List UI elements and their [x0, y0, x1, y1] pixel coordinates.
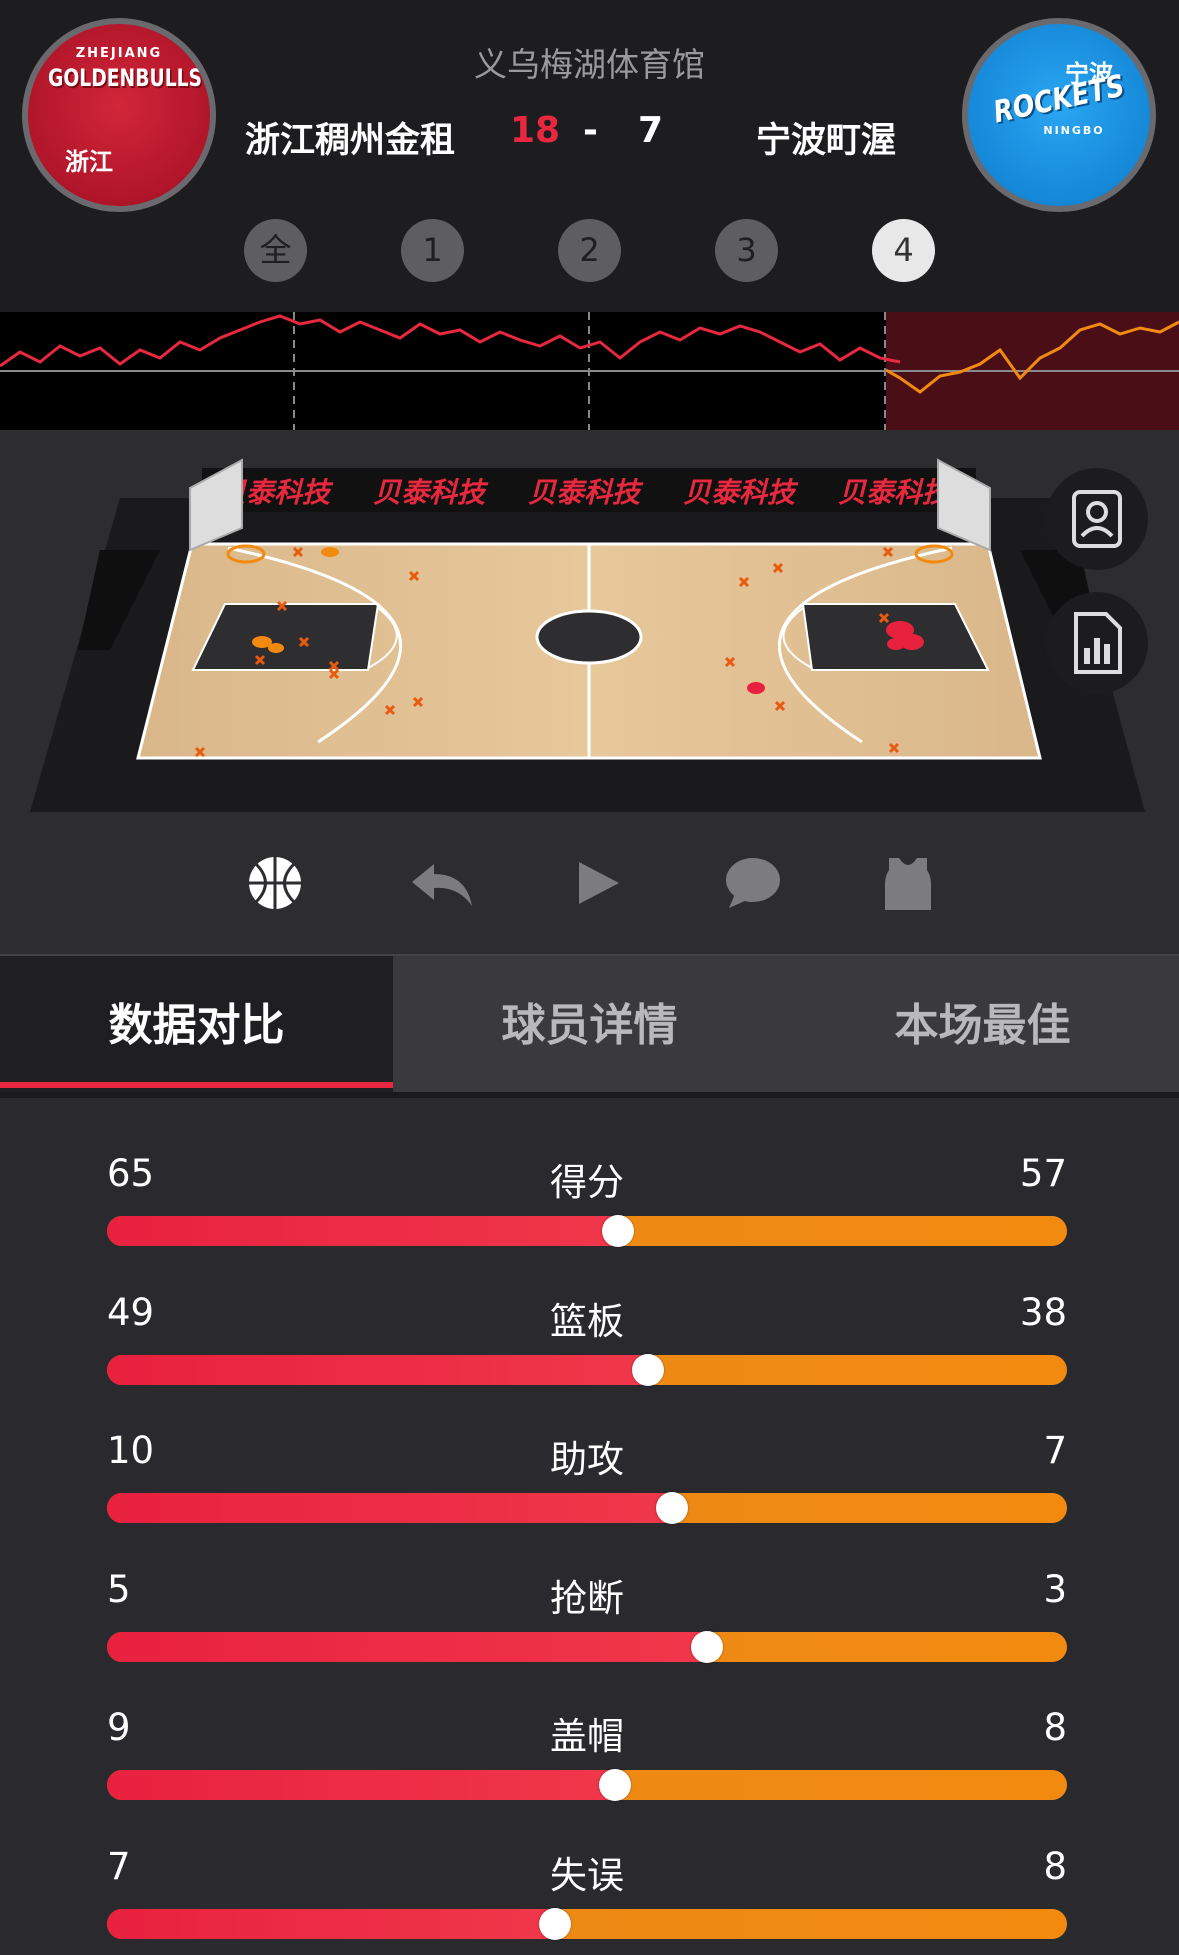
trend-line-lead: [0, 314, 901, 368]
stat-bar-knob: [656, 1492, 688, 1524]
stat-bar: [107, 1216, 1067, 1246]
home-team-name: 浙江稠州金租: [245, 121, 456, 161]
away-score: 7: [638, 110, 664, 151]
away-logo-line3: NINGBO: [1043, 124, 1105, 137]
score-separator: -: [583, 110, 598, 151]
basketball-icon: [249, 857, 301, 909]
stat-label: 得分: [550, 1161, 624, 1204]
stat-bar: [107, 1631, 1067, 1662]
stat-bar-knob: [599, 1769, 631, 1801]
away-team-logo[interactable]: 宁波 ROCKETS NINGBO: [962, 18, 1156, 212]
sponsor-text-5: 贝泰科技: [838, 476, 954, 509]
tab-best-of-game[interactable]: 本场最佳: [786, 956, 1179, 1096]
stat-away-value: 8: [1043, 1844, 1067, 1888]
stat-label: 失误: [550, 1853, 624, 1897]
away-team-name: 宁波町渥: [756, 121, 897, 161]
sponsor-board: 贝泰科技 贝泰科技 贝泰科技 贝泰科技 贝泰科技: [218, 476, 954, 509]
comment-icon: [726, 858, 780, 908]
left-paint: [191, 603, 380, 671]
stat-away-value: 8: [1043, 1706, 1067, 1749]
stat-label: 抢断: [550, 1576, 624, 1620]
stat-row: 65 得分 57: [107, 1152, 1067, 1272]
sponsor-text-2: 贝泰科技: [373, 476, 489, 509]
tab-player-details[interactable]: 球员详情: [393, 956, 786, 1096]
tab-bar: 数据对比 球员详情 本场最佳: [0, 954, 1179, 1096]
stat-bar-knob: [602, 1215, 634, 1247]
jersey-icon: [885, 858, 931, 910]
center-circle: [535, 609, 643, 665]
stat-bar: [107, 1354, 1067, 1385]
player-card-icon: [1072, 490, 1122, 548]
stat-bar-home-fill: [107, 1631, 707, 1662]
stat-bar-home-fill: [107, 1908, 555, 1939]
quarter-3-button[interactable]: 3: [715, 219, 778, 282]
comment-button[interactable]: [717, 848, 787, 918]
sponsor-text-4: 贝泰科技: [683, 476, 799, 509]
home-logo-line3: 浙江: [65, 148, 113, 176]
stat-bar-knob: [539, 1907, 571, 1940]
stat-label: 篮板: [550, 1299, 624, 1343]
court-area: 贝泰科技 贝泰科技 贝泰科技 贝泰科技 贝泰科技: [0, 430, 1179, 954]
tab-data-compare[interactable]: 数据对比: [0, 956, 393, 1096]
stat-bar-home-fill: [107, 1493, 672, 1523]
quarter-4-button[interactable]: 4: [872, 219, 935, 282]
stat-away-value: 38: [1019, 1290, 1067, 1334]
stat-row: 10 助攻 7: [107, 1429, 1067, 1549]
stat-bar-home-fill: [107, 1354, 648, 1385]
quarter-1-button[interactable]: 1: [401, 219, 464, 282]
stats-chart-icon: [1074, 612, 1122, 674]
jersey-button[interactable]: [873, 848, 943, 918]
stat-bar-home-fill: [107, 1770, 615, 1800]
stat-row: 5 抢断 3: [107, 1568, 1067, 1688]
stat-bar: [107, 1493, 1067, 1523]
play-icon: [579, 862, 619, 904]
stat-away-value: 7: [1043, 1429, 1067, 1472]
reply-icon: [412, 864, 472, 906]
stat-bar-knob: [632, 1353, 664, 1386]
score-trend-chart: [0, 312, 1179, 430]
stat-row: 7 失误 8: [107, 1845, 1067, 1955]
stats-chart-button[interactable]: [1046, 592, 1148, 694]
stat-bar: [107, 1908, 1067, 1939]
stat-away-value: 57: [1019, 1152, 1067, 1195]
quarter-all-button[interactable]: 全: [244, 219, 307, 282]
stat-label: 盖帽: [550, 1715, 624, 1758]
stat-bar-home-fill: [107, 1216, 618, 1246]
stat-row: 9 盖帽 8: [107, 1706, 1067, 1826]
reply-button[interactable]: [406, 848, 476, 918]
stat-away-value: 3: [1043, 1567, 1067, 1611]
basketball-button[interactable]: [240, 848, 310, 918]
stat-bar-knob: [691, 1630, 723, 1663]
stat-row: 49 篮板 38: [107, 1291, 1067, 1411]
stat-bar: [107, 1770, 1067, 1800]
player-card-button[interactable]: [1046, 468, 1148, 570]
stat-label: 助攻: [550, 1438, 624, 1481]
stats-comparison: 65 得分 57 49 篮板 38 10 助攻 7 5 抢断 3 9 盖帽 8 7 失误 8: [0, 1098, 1179, 1955]
quarter-2-button[interactable]: 2: [558, 219, 621, 282]
game-header: ZHEJIANG GOLDENBULLS 浙江 义乌梅湖体育馆 浙江稠州金租 1…: [0, 0, 1179, 312]
sponsor-text-3: 贝泰科技: [528, 476, 644, 509]
home-score: 18: [510, 110, 561, 151]
play-button[interactable]: [563, 848, 633, 918]
